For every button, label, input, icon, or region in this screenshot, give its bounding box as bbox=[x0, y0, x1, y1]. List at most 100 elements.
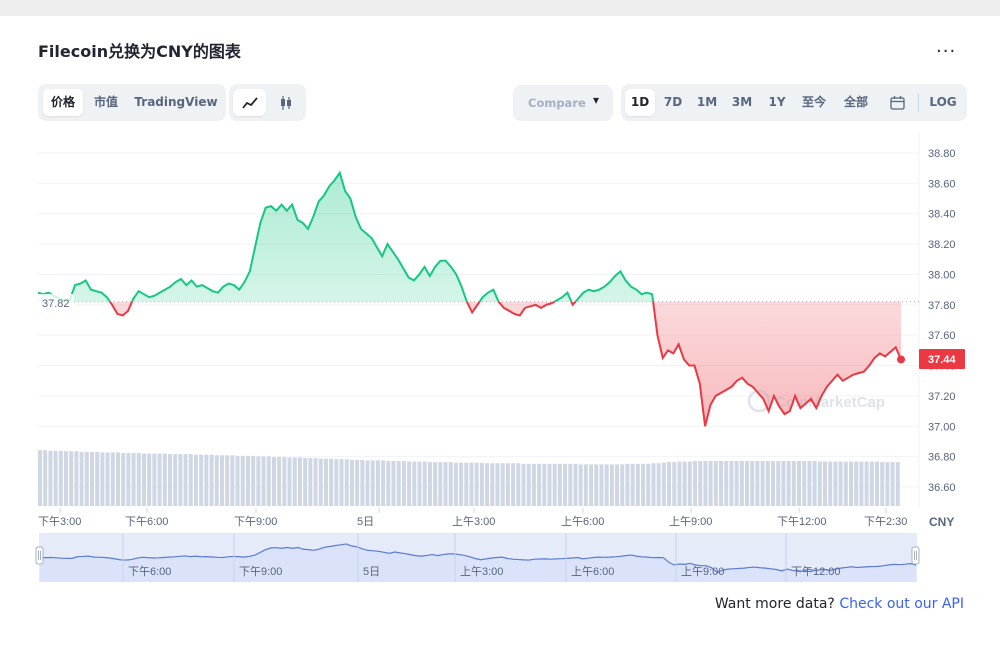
volume-bar bbox=[760, 460, 765, 506]
volume-bar bbox=[823, 461, 828, 506]
volume-bar bbox=[162, 453, 167, 506]
volume-bar bbox=[843, 461, 848, 506]
y-tick-label: 36.80 bbox=[928, 452, 956, 464]
volume-bar bbox=[557, 463, 562, 506]
volume-bar bbox=[183, 454, 188, 506]
volume-bar bbox=[609, 464, 614, 506]
volume-bar bbox=[755, 460, 760, 506]
x-tick-label: 下午12:00 bbox=[777, 515, 827, 528]
volume-bar bbox=[323, 458, 328, 506]
volume-bar bbox=[635, 463, 640, 506]
x-tick-label: 上午9:00 bbox=[669, 515, 712, 528]
volume-bar bbox=[407, 461, 412, 506]
y-tick-label: 38.00 bbox=[928, 269, 956, 281]
volume-bar bbox=[121, 452, 126, 506]
y-axis: 38.8038.6038.4038.2038.0037.8037.6037.40… bbox=[928, 148, 956, 494]
price-chart[interactable]: CoinMarketCap 38.8038.6038.4038.2038.003… bbox=[0, 0, 1000, 650]
volume-bar bbox=[698, 460, 703, 506]
currency-label: CNY bbox=[929, 515, 954, 529]
volume-bar bbox=[563, 463, 568, 506]
volume-bar bbox=[578, 464, 583, 506]
navigator-handle-right[interactable] bbox=[911, 546, 920, 565]
x-tick-label: 下午6:00 bbox=[125, 515, 168, 528]
volume-bar bbox=[453, 462, 458, 506]
volume-bar bbox=[230, 455, 235, 506]
x-axis: 下午3:00 下午6:00 下午9:00 5日 上午3:00 上午6:00 上午9:00 下午… bbox=[38, 508, 907, 528]
volume-bar bbox=[687, 461, 692, 506]
volume-bar bbox=[38, 450, 42, 506]
volume-bar bbox=[433, 462, 438, 506]
volume-bar bbox=[547, 463, 552, 506]
volume-bar bbox=[266, 456, 271, 506]
x-tick-label: 下午9:00 bbox=[234, 515, 277, 528]
volume-bar bbox=[573, 463, 578, 506]
volume-bar bbox=[505, 463, 510, 506]
volume-bar bbox=[791, 460, 796, 506]
y-tick-label: 36.60 bbox=[928, 482, 956, 494]
volume-bar bbox=[360, 459, 365, 506]
volume-bar bbox=[849, 461, 854, 506]
volume-bar bbox=[48, 450, 53, 506]
volume-bar bbox=[110, 452, 115, 506]
x-tick-label: 下午3:00 bbox=[38, 515, 81, 528]
y-tick-label: 37.00 bbox=[928, 421, 956, 433]
volume-bar bbox=[375, 460, 380, 506]
volume-bar bbox=[479, 462, 484, 506]
volume-bar bbox=[126, 452, 131, 506]
volume-bar bbox=[355, 459, 360, 506]
volume-bar bbox=[69, 451, 74, 506]
x-tick-label: 5日 bbox=[357, 516, 374, 528]
y-tick-label: 37.80 bbox=[928, 300, 956, 312]
volume-bar bbox=[682, 461, 687, 506]
volume-bar bbox=[765, 460, 770, 506]
api-link[interactable]: Check out our API bbox=[839, 596, 964, 612]
volume-bar bbox=[381, 460, 386, 506]
volume-bar bbox=[173, 454, 178, 506]
volume-bar bbox=[474, 462, 479, 506]
volume-bar bbox=[817, 461, 822, 506]
range-navigator[interactable]: 下午6:00 下午9:00 5日 上午3:00 上午6:00 上午9:00 下午12:00 bbox=[35, 533, 920, 582]
navigator-tick-label: 5日 bbox=[363, 566, 380, 578]
volume-bar bbox=[719, 460, 724, 506]
volume-bar bbox=[511, 463, 516, 506]
api-promo: Want more data? Check out our API bbox=[700, 596, 964, 612]
volume-bar bbox=[630, 463, 635, 506]
volume-bar bbox=[495, 463, 500, 506]
volume-bar bbox=[895, 462, 900, 506]
volume-bar bbox=[885, 462, 890, 506]
volume-bar bbox=[459, 462, 464, 506]
volume-bar bbox=[297, 457, 302, 506]
navigator-tick-label: 上午3:00 bbox=[460, 565, 503, 578]
volume-bar bbox=[141, 453, 146, 506]
volume-bar bbox=[469, 462, 474, 506]
volume-bar bbox=[771, 460, 776, 506]
volume-bar bbox=[786, 460, 791, 506]
volume-bar bbox=[401, 460, 406, 506]
volume-bar bbox=[391, 460, 396, 506]
volume-bar bbox=[531, 463, 536, 506]
volume-bar bbox=[516, 463, 521, 506]
volume-bar bbox=[713, 460, 718, 506]
volume-bar bbox=[329, 458, 334, 506]
volume-bar bbox=[365, 460, 370, 506]
volume-bar bbox=[386, 460, 391, 506]
volume-bar bbox=[812, 460, 817, 506]
volume-bar bbox=[890, 462, 895, 506]
current-price-tag: 37.44 bbox=[919, 349, 965, 369]
navigator-handle-left[interactable] bbox=[35, 546, 44, 565]
volume-bar bbox=[448, 462, 453, 506]
volume-bar bbox=[427, 462, 432, 506]
volume-bar bbox=[604, 464, 609, 506]
volume-bar bbox=[745, 460, 750, 506]
volume-bar bbox=[100, 452, 105, 506]
volume-bar bbox=[485, 463, 490, 506]
volume-bar bbox=[63, 451, 68, 506]
volume-bar bbox=[287, 457, 292, 506]
volume-bar bbox=[599, 464, 604, 506]
volume-bar bbox=[225, 455, 230, 506]
volume-bar bbox=[594, 464, 599, 506]
volume-bar bbox=[651, 463, 656, 506]
navigator-tick-label: 下午12:00 bbox=[791, 565, 841, 578]
volume-bar bbox=[869, 461, 874, 506]
volume-bar bbox=[859, 461, 864, 506]
